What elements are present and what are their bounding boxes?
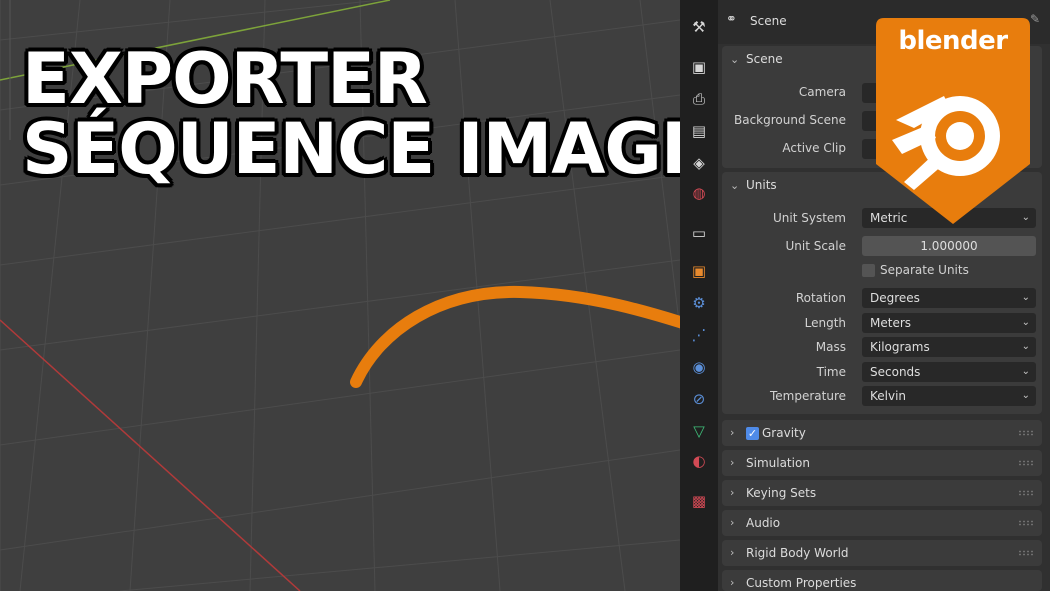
audio-panel-title: Audio	[746, 516, 781, 530]
scene-icon[interactable]: ◈	[688, 152, 710, 174]
simulation-panel-title: Simulation	[746, 456, 810, 470]
rotation-label: Rotation	[795, 291, 846, 305]
chevron-down-icon: ⌄	[1021, 341, 1030, 352]
blender-logo: blender	[872, 14, 1034, 226]
mass-label: Mass	[815, 340, 846, 354]
drag-handle-icon[interactable]	[1018, 460, 1034, 466]
mass-value: Kilograms	[870, 340, 930, 354]
collection-icon[interactable]: ▭	[688, 222, 710, 244]
object-icon[interactable]: ▣	[688, 260, 710, 282]
rigid-body-world-panel[interactable]: › Rigid Body World	[722, 540, 1042, 566]
chevron-down-icon: ⌄	[1021, 390, 1030, 401]
drag-handle-icon[interactable]	[1018, 520, 1034, 526]
custom-properties-panel-title: Custom Properties	[746, 576, 857, 590]
unit-system-label: Unit System	[773, 211, 846, 225]
gravity-panel-title: Gravity	[762, 426, 806, 440]
rotation-dropdown[interactable]: Degrees ⌄	[862, 288, 1036, 308]
chevron-down-icon: ⌄	[1021, 317, 1030, 328]
render-icon[interactable]: ▣	[688, 56, 710, 78]
data-icon[interactable]: ▽	[688, 420, 710, 442]
chevron-right-icon: ›	[730, 576, 735, 589]
properties-header-title: Scene	[750, 14, 787, 28]
length-dropdown[interactable]: Meters ⌄	[862, 313, 1036, 333]
mass-dropdown[interactable]: Kilograms ⌄	[862, 337, 1036, 357]
gravity-panel[interactable]: › ✓ Gravity	[722, 420, 1042, 446]
tool-icon[interactable]: ⚒	[688, 16, 710, 38]
time-value: Seconds	[870, 365, 921, 379]
rigid-body-world-panel-title: Rigid Body World	[746, 546, 849, 560]
camera-label: Camera	[798, 85, 846, 99]
simulation-panel[interactable]: › Simulation	[722, 450, 1042, 476]
separate-units-checkbox[interactable]	[862, 264, 875, 277]
physics-icon[interactable]: ◉	[688, 356, 710, 378]
drag-handle-icon[interactable]	[1018, 490, 1034, 496]
background-scene-label: Background Scene	[734, 113, 846, 127]
custom-properties-panel[interactable]: › Custom Properties	[722, 570, 1042, 591]
units-panel-title[interactable]: Units	[746, 178, 777, 192]
texture-icon[interactable]: ▩	[688, 490, 710, 512]
properties-tab-strip: ⚒ ▣ ⎙ ▤ ◈ ◍ ▭ ▣ ⚙ ⋰ ◉ ⊘ ▽ ◐ ▩	[680, 0, 718, 591]
material-icon[interactable]: ◐	[688, 450, 710, 472]
output-icon[interactable]: ⎙	[688, 88, 710, 110]
unit-scale-field[interactable]: 1.000000	[862, 236, 1036, 256]
world-icon[interactable]: ◍	[688, 182, 710, 204]
time-dropdown[interactable]: Seconds ⌄	[862, 362, 1036, 382]
active-clip-label: Active Clip	[782, 141, 846, 155]
temperature-dropdown[interactable]: Kelvin ⌄	[862, 386, 1036, 406]
blender-logo-text: blender	[898, 26, 1008, 56]
gravity-checkbox[interactable]: ✓	[746, 427, 759, 440]
particles-icon[interactable]: ⋰	[688, 324, 710, 346]
separate-units-label: Separate Units	[880, 263, 969, 277]
audio-panel[interactable]: › Audio	[722, 510, 1042, 536]
chevron-right-icon: ›	[730, 546, 735, 559]
keying-sets-panel[interactable]: › Keying Sets	[722, 480, 1042, 506]
constraints-icon[interactable]: ⊘	[688, 388, 710, 410]
keying-sets-panel-title: Keying Sets	[746, 486, 817, 500]
chevron-right-icon: ›	[730, 486, 735, 499]
chevron-right-icon: ›	[730, 426, 735, 439]
chevron-right-icon: ›	[730, 456, 735, 469]
temperature-value: Kelvin	[870, 389, 907, 403]
unit-scale-label: Unit Scale	[785, 239, 846, 253]
temperature-label: Temperature	[769, 389, 846, 403]
drag-handle-icon[interactable]	[1018, 550, 1034, 556]
arrow-icon	[350, 285, 680, 388]
chevron-right-icon: ›	[730, 516, 735, 529]
chevron-down-icon: ⌄	[1021, 366, 1030, 377]
modifier-icon[interactable]: ⚙	[688, 292, 710, 314]
length-label: Length	[804, 316, 846, 330]
scene-panel-title[interactable]: Scene	[746, 52, 783, 66]
view-layer-icon[interactable]: ▤	[688, 120, 710, 142]
rotation-value: Degrees	[870, 291, 920, 305]
length-value: Meters	[870, 316, 912, 330]
scene-data-icon: ⚭	[726, 12, 737, 27]
chevron-down-icon: ⌄	[1021, 292, 1030, 303]
x-axis-line	[0, 319, 301, 591]
chevron-down-icon[interactable]: ⌄	[730, 179, 739, 192]
time-label: Time	[816, 365, 846, 379]
headline-line-2: SÉQUENCE IMAGES	[22, 108, 758, 190]
chevron-down-icon[interactable]: ⌄	[730, 53, 739, 66]
drag-handle-icon[interactable]	[1018, 430, 1034, 436]
